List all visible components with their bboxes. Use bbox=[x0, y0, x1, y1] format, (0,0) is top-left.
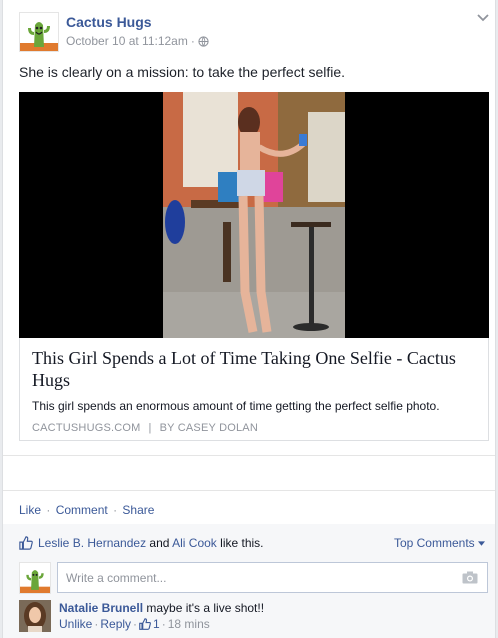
link-title[interactable]: This Girl Spends a Lot of Time Taking On… bbox=[32, 347, 462, 391]
link-description: This girl spends an enormous amount of t… bbox=[32, 399, 440, 413]
post-actions: Like · Comment · Share bbox=[19, 503, 154, 517]
action-separator: · bbox=[113, 503, 118, 517]
link-domain: CACTUSHUGS.COM bbox=[32, 422, 141, 434]
camera-icon[interactable] bbox=[462, 571, 478, 584]
comment-box bbox=[57, 562, 488, 593]
comment-input[interactable] bbox=[64, 563, 448, 592]
post-card: Cactus Hugs October 10 at 11:12am · She … bbox=[2, 0, 496, 638]
divider bbox=[3, 490, 495, 491]
globe-icon[interactable] bbox=[198, 35, 209, 47]
post-text: She is clearly on a mission: to take the… bbox=[19, 64, 346, 80]
share-link[interactable]: Share bbox=[122, 503, 154, 517]
comment-separator: · bbox=[133, 617, 138, 631]
current-user-avatar bbox=[19, 562, 51, 594]
comment-separator: · bbox=[161, 617, 166, 631]
like-link[interactable]: Like bbox=[19, 503, 41, 517]
comment-time[interactable]: 18 mins bbox=[168, 616, 210, 632]
divider bbox=[3, 455, 495, 456]
feedback-section: Leslie B. Hernandez and Ali Cook like th… bbox=[3, 524, 495, 638]
link-byline: BY CASEY DOLAN bbox=[159, 422, 258, 434]
likes-summary: Leslie B. Hernandez and Ali Cook like th… bbox=[19, 536, 264, 550]
comment-separator: · bbox=[94, 617, 99, 631]
reply-link[interactable]: Reply bbox=[100, 616, 131, 632]
post-author-link[interactable]: Cactus Hugs bbox=[66, 14, 152, 30]
comment-actions: Unlike · Reply · 1 · 18 mins bbox=[59, 616, 264, 632]
comment-link[interactable]: Comment bbox=[56, 503, 108, 517]
top-comments-label: Top Comments bbox=[393, 536, 475, 550]
commenter-name[interactable]: Natalie Brunell bbox=[59, 601, 143, 615]
comment-text: maybe it's a live shot!! bbox=[146, 601, 265, 615]
likes-and: and bbox=[149, 536, 170, 550]
action-separator: · bbox=[46, 503, 51, 517]
link-preview[interactable]: This Girl Spends a Lot of Time Taking On… bbox=[19, 338, 489, 441]
commenter-avatar[interactable] bbox=[19, 600, 51, 632]
thumbs-up-icon bbox=[139, 618, 151, 630]
thumbs-up-icon bbox=[19, 536, 33, 550]
link-separator: | bbox=[148, 422, 152, 434]
post-meta: October 10 at 11:12am · bbox=[66, 34, 209, 48]
page-avatar[interactable] bbox=[19, 12, 59, 52]
video-thumbnail bbox=[163, 92, 345, 338]
liker-link[interactable]: Leslie B. Hernandez bbox=[38, 536, 146, 550]
top-comments-dropdown[interactable]: Top Comments bbox=[394, 536, 485, 550]
post-timestamp[interactable]: October 10 at 11:12am bbox=[66, 34, 188, 48]
chevron-down-icon[interactable] bbox=[477, 14, 489, 22]
liker-link[interactable]: Ali Cook bbox=[172, 536, 217, 550]
unlike-link[interactable]: Unlike bbox=[59, 616, 92, 632]
video-player[interactable] bbox=[19, 92, 489, 338]
likes-suffix: like this. bbox=[220, 536, 264, 550]
caret-down-icon bbox=[478, 541, 485, 547]
comment: Natalie Brunell maybe it's a live shot!!… bbox=[59, 600, 264, 632]
link-source: CACTUSHUGS.COM | BY CASEY DOLAN bbox=[32, 422, 258, 434]
comment-like-count[interactable]: 1 bbox=[153, 616, 160, 632]
meta-separator: · bbox=[190, 34, 195, 48]
